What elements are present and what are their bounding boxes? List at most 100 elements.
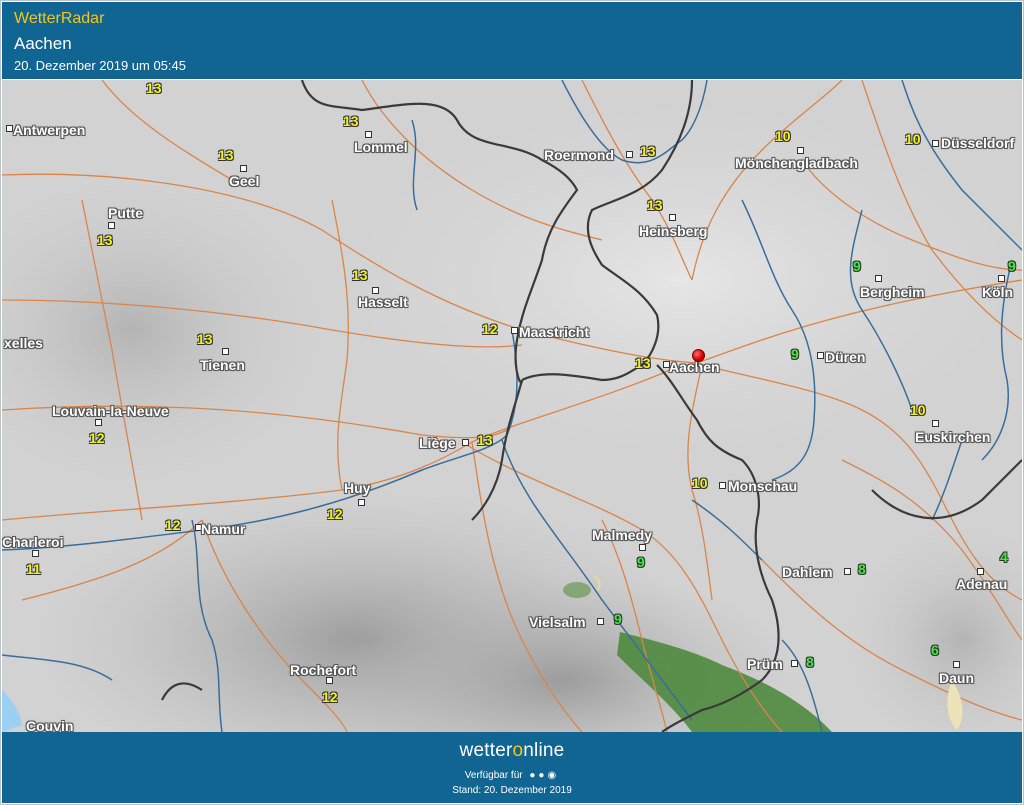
city-label-vielsalm: Vielsalm [529, 614, 586, 630]
city-dot-pruem [791, 660, 798, 667]
city-label-heinsberg: Heinsberg [639, 223, 708, 239]
city-dot-rochefort [326, 677, 333, 684]
city-label-bergheim: Bergheim [860, 284, 925, 300]
temp-value: 9 [853, 258, 861, 274]
platform-icons: ●●◉ [529, 770, 559, 781]
city-label-duesseldorf: Düsseldorf [941, 135, 1015, 151]
city-label-tienen: Tienen [200, 357, 245, 373]
city-label-charleroi: Charleroi [2, 534, 64, 550]
temp-value: 10 [910, 402, 926, 418]
temp-value: 13 [477, 432, 493, 448]
city-label-dahlem: Dahlem [782, 564, 833, 580]
city-label-hasselt: Hasselt [358, 294, 408, 310]
city-dot-euskirchen [932, 420, 939, 427]
city-dot-moenchengladbach [797, 147, 804, 154]
temp-value: 12 [327, 506, 343, 522]
temp-value: 13 [352, 267, 368, 283]
temp-value: 11 [26, 561, 41, 577]
temp-value: 13 [647, 197, 663, 213]
city-dot-tienen [222, 348, 229, 355]
available-label: Verfügbar für [464, 770, 523, 781]
temp-value: 13 [218, 147, 234, 163]
city-label-rochefort: Rochefort [290, 662, 357, 678]
city-dot-maastricht [511, 327, 518, 334]
city-label-louvain: Louvain-la-Neuve [52, 403, 169, 419]
city-dot-lommel [365, 131, 372, 138]
city-dot-louvain [95, 419, 102, 426]
city-dot-daun [953, 661, 960, 668]
city-label-daun: Daun [939, 670, 974, 686]
city-label-namur: Namur [201, 521, 246, 537]
city-dot-roermond [626, 151, 633, 158]
city-dot-liege [462, 439, 469, 446]
precipitation-spot [563, 582, 591, 598]
wetteronline-logo[interactable]: wetteronline [2, 740, 1022, 762]
city-label-moenchengladbach: Mönchengladbach [735, 155, 858, 171]
city-dot-dahlem [844, 568, 851, 575]
footer: wetteronline Verfügbar für ●●◉ Stand: 20… [2, 732, 1022, 803]
city-dot-koeln [998, 275, 1005, 282]
temp-value: 9 [614, 611, 622, 627]
city-dot-malmedy [639, 544, 646, 551]
city-label-maastricht: Maastricht [519, 324, 590, 340]
temp-value: 13 [146, 80, 162, 96]
city-label-antwerpen: Antwerpen [13, 122, 86, 138]
city-label-koeln: Köln [982, 284, 1014, 300]
city-dot-monschau [719, 482, 726, 489]
city-dot-heinsberg [669, 214, 676, 221]
city-dot-antwerpen [6, 125, 13, 132]
city-dot-bergheim [875, 275, 882, 282]
city-label-huy: Huy [344, 480, 371, 496]
city-dot-charleroi [32, 550, 39, 557]
header: WetterRadar Aachen 20. Dezember 2019 um … [2, 2, 1022, 79]
city-label-lommel: Lommel [354, 139, 408, 155]
timestamp: 20. Dezember 2019 um 05:45 [14, 58, 186, 73]
temp-value: 10 [692, 475, 708, 491]
radar-map[interactable]: Antwerpen Lommel Geel Putte Roermond Mön… [2, 80, 1022, 732]
city-label-malmedy: Malmedy [592, 527, 652, 543]
location-marker-icon[interactable] [692, 349, 705, 362]
logo-text-part: wetter [459, 740, 513, 761]
city-label-couvin: Couvin [26, 718, 74, 732]
logo-o-letter: o [512, 740, 524, 761]
availability-line: Verfügbar für ●●◉ [2, 770, 1022, 781]
city-label-roermond: Roermond [544, 147, 614, 163]
temp-value: 13 [343, 113, 359, 129]
city-label-bruxelles: xelles [4, 335, 43, 351]
app-frame: WetterRadar Aachen 20. Dezember 2019 um … [0, 0, 1024, 805]
temp-value: 10 [775, 128, 791, 144]
app-title: WetterRadar [14, 10, 105, 27]
temp-value: 6 [931, 642, 939, 658]
city-label-geel: Geel [229, 173, 260, 189]
city-dot-hasselt [372, 287, 379, 294]
city-dot-duesseldorf [932, 140, 939, 147]
city-label-pruem: Prüm [747, 656, 783, 672]
city-label-liege: Liège [419, 435, 456, 451]
temp-value: 8 [806, 654, 814, 670]
temp-value: 12 [482, 321, 498, 337]
temp-value: 9 [1008, 258, 1016, 274]
location-name: Aachen [14, 34, 72, 53]
city-dot-huy [358, 499, 365, 506]
city-dot-dueren [817, 352, 824, 359]
city-label-dueren: Düren [825, 349, 866, 365]
city-dot-adenau [977, 568, 984, 575]
city-label-adenau: Adenau [956, 576, 1008, 592]
data-stand: Stand: 20. Dezember 2019 [452, 785, 572, 796]
city-dot-putte [108, 222, 115, 229]
temp-value: 13 [635, 355, 651, 371]
city-dot-vielsalm [597, 618, 604, 625]
temp-value: 12 [322, 689, 338, 705]
city-label-euskirchen: Euskirchen [915, 429, 991, 445]
temp-value: 13 [197, 331, 213, 347]
city-label-aachen: Aachen [669, 359, 720, 375]
temp-value: 12 [165, 517, 181, 533]
temp-value: 4 [1000, 549, 1008, 565]
temp-value: 9 [637, 554, 645, 570]
temp-value: 9 [791, 346, 799, 362]
temp-value: 13 [97, 232, 113, 248]
windows-icon[interactable]: ◉ [547, 770, 559, 781]
city-label-putte: Putte [108, 205, 143, 221]
temp-value: 10 [905, 131, 921, 147]
temp-value: 13 [640, 143, 656, 159]
